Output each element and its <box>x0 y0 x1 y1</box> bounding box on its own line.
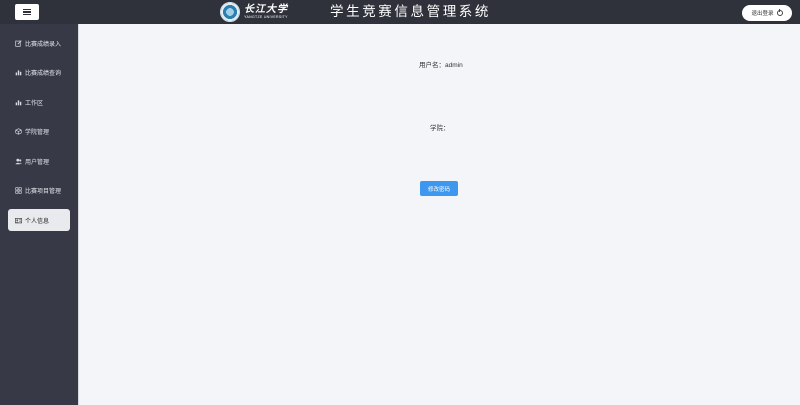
sidebar-item-score-query[interactable]: 比赛成绩查询 <box>8 62 70 82</box>
sidebar-item-workspace[interactable]: 工作区 <box>8 92 70 112</box>
menu-toggle-button[interactable] <box>15 4 39 20</box>
sidebar-item-label: 工作区 <box>25 100 44 107</box>
logout-button[interactable]: 退出登录 <box>742 5 792 21</box>
sidebar-item-label: 学院管理 <box>25 129 50 136</box>
bar-chart-icon <box>15 69 22 76</box>
username-row: 用户名：admin <box>419 59 463 69</box>
bar-chart-icon <box>15 99 22 106</box>
top-bar: 长江大学 YANGTZE UNIVERSITY 学生竞赛信息管理系统 退出登录 <box>0 0 800 24</box>
edit-icon <box>15 39 22 47</box>
system-title: 学生竞赛信息管理系统 <box>330 4 491 20</box>
main-content <box>78 24 800 405</box>
id-card-icon <box>15 217 22 224</box>
sidebar-item-college-management[interactable]: 学院管理 <box>8 121 70 141</box>
college-label: 学院： <box>430 125 450 132</box>
university-logo: 长江大学 YANGTZE UNIVERSITY <box>220 1 288 23</box>
hamburger-icon <box>23 9 31 15</box>
logo-english-name: YANGTZE UNIVERSITY <box>244 15 288 19</box>
logo-chinese-name: 长江大学 <box>244 4 288 15</box>
sidebar-item-label: 个人信息 <box>25 218 50 225</box>
edit-password-button[interactable]: 修改密码 <box>420 181 458 196</box>
sidebar-item-personal-info[interactable]: 个人信息 <box>8 209 70 231</box>
grid-icon <box>15 186 22 194</box>
power-icon <box>776 9 783 16</box>
username-value: admin <box>445 62 463 69</box>
college-row: 学院： <box>430 122 450 132</box>
sidebar-item-score-entry[interactable]: 比赛成绩录入 <box>8 33 70 53</box>
sidebar-item-user-management[interactable]: 用户管理 <box>8 151 70 171</box>
sidebar: 比赛成绩录入 比赛成绩查询 工作区 学院管理 用户管理 比赛项目管理 个人信息 <box>0 24 78 405</box>
sidebar-item-competition-management[interactable]: 比赛项目管理 <box>8 180 70 200</box>
sidebar-item-label: 比赛项目管理 <box>25 188 62 195</box>
username-label: 用户名： <box>419 62 445 69</box>
university-seal-icon <box>220 2 240 22</box>
sidebar-item-label: 用户管理 <box>25 159 50 166</box>
cube-icon <box>15 127 22 135</box>
sidebar-item-label: 比赛成绩查询 <box>25 70 62 77</box>
sidebar-item-label: 比赛成绩录入 <box>25 41 62 48</box>
users-icon <box>15 158 22 165</box>
logout-label: 退出登录 <box>751 11 774 17</box>
